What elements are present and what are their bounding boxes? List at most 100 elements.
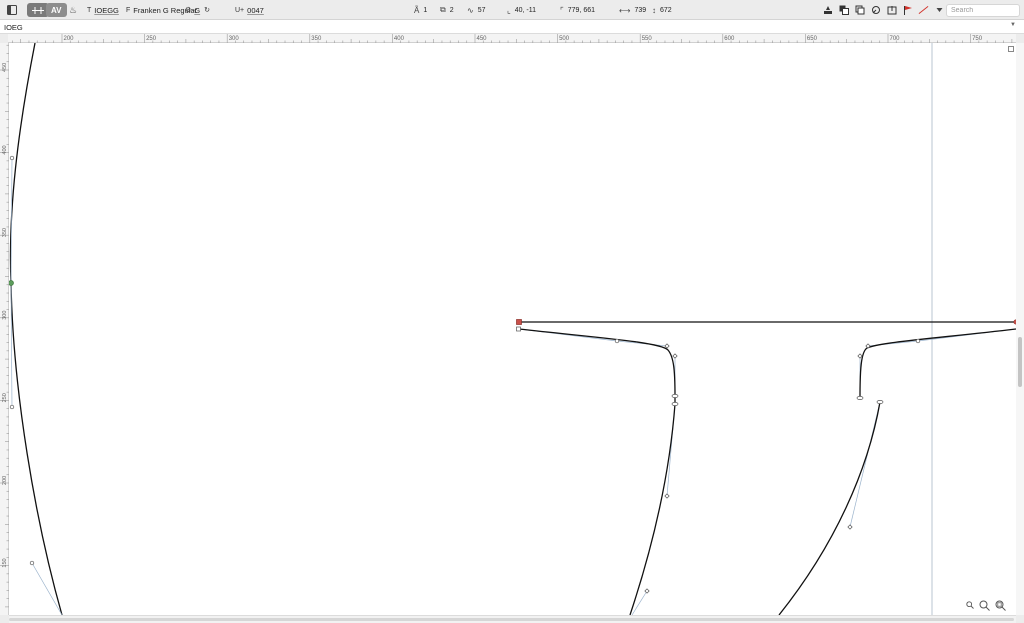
ruler-label: 500 bbox=[559, 36, 570, 42]
handle-node bbox=[672, 353, 678, 359]
handle-node bbox=[644, 588, 650, 594]
smooth-node bbox=[671, 402, 679, 406]
red-flag-icon bbox=[903, 6, 912, 15]
ruler-label: 450 bbox=[477, 36, 488, 42]
text-strip: ▼ bbox=[0, 20, 1024, 34]
slash-icon bbox=[918, 5, 929, 15]
bezier-handles bbox=[10, 157, 1016, 615]
glyph-name-field[interactable]: ⚙ G ↻ bbox=[185, 0, 213, 20]
outline-nodes[interactable] bbox=[9, 155, 921, 594]
selection-coords: ⌜ 779, 661 bbox=[560, 5, 595, 15]
gear-icon: ⚙ bbox=[185, 7, 192, 14]
ruler-label: 400 bbox=[2, 145, 8, 154]
horizontal-scroll-thumb[interactable] bbox=[9, 618, 1014, 621]
ruler-label: 650 bbox=[807, 36, 818, 42]
smooth-node bbox=[671, 394, 679, 398]
handle-node bbox=[847, 524, 853, 530]
glyph-outline[interactable] bbox=[9, 43, 1016, 615]
top-ruler: 200 250 300 350 400 450 500 550 600 650 700 750 bbox=[8, 34, 1016, 43]
ruler-label: 600 bbox=[724, 36, 735, 42]
export-button[interactable] bbox=[886, 5, 897, 16]
metrics-icon bbox=[32, 6, 44, 14]
export-icon bbox=[887, 6, 896, 15]
nodes-count: ∿ 57 bbox=[467, 5, 486, 15]
canvas-corner-toggle[interactable] bbox=[1008, 46, 1014, 52]
zoom-controls bbox=[966, 598, 1006, 612]
glyph-label-field[interactable]: T IOEGG bbox=[87, 0, 119, 20]
handle-node bbox=[857, 353, 863, 359]
ruler-label: 150 bbox=[2, 558, 8, 567]
ruler-label: 700 bbox=[890, 36, 901, 42]
vertical-scroll-thumb[interactable] bbox=[1018, 337, 1022, 387]
bounds-icon: ⌜ bbox=[560, 5, 564, 15]
vertical-scrollbar[interactable] bbox=[1016, 43, 1024, 615]
nodes-icon: ∿ bbox=[467, 5, 474, 15]
right-stem-contour[interactable] bbox=[778, 401, 881, 615]
chevron-down-icon bbox=[936, 8, 943, 12]
cursor-icon: ⌞ bbox=[507, 5, 511, 15]
cursor-coords: ⌞ 40, -11 bbox=[507, 5, 537, 15]
handle-node bbox=[9, 404, 15, 410]
ruler-label: 300 bbox=[229, 36, 240, 42]
components-count: ⧉ 2 bbox=[440, 5, 454, 14]
left-stem-contour[interactable] bbox=[518, 328, 676, 615]
width-icon: ⟷ bbox=[619, 5, 631, 15]
ruler-label: 200 bbox=[64, 36, 75, 42]
copy-icon bbox=[839, 5, 849, 15]
unicode-field[interactable]: U+ 0047 bbox=[235, 0, 264, 20]
search-input[interactable] bbox=[946, 4, 1020, 17]
text-icon: T bbox=[87, 6, 92, 14]
layers-count: Ã1 bbox=[414, 5, 428, 15]
ruler-label: 250 bbox=[2, 393, 8, 402]
flag-button[interactable] bbox=[902, 5, 913, 16]
ruler-label: 400 bbox=[394, 36, 405, 42]
horizontal-scrollbar[interactable] bbox=[9, 615, 1016, 623]
copy-button[interactable] bbox=[838, 5, 849, 16]
zoom-out-icon[interactable] bbox=[966, 601, 974, 609]
layers-icon: Ã bbox=[414, 5, 420, 15]
slash-button[interactable] bbox=[918, 5, 929, 16]
corner-node bbox=[516, 326, 521, 332]
glyph-height: ↕ 672 bbox=[652, 5, 672, 15]
glyph-width: ⟷ 739 bbox=[619, 5, 647, 15]
font-icon: F bbox=[126, 6, 131, 14]
preview-button[interactable] bbox=[870, 5, 881, 16]
height-icon: ↕ bbox=[652, 5, 656, 15]
preview-icon bbox=[871, 6, 880, 14]
layers-panel-button[interactable] bbox=[854, 5, 865, 16]
chevron-down-icon[interactable]: ▼ bbox=[1010, 22, 1016, 28]
dropdown-button[interactable] bbox=[934, 5, 945, 16]
ruler-label: 350 bbox=[311, 36, 322, 42]
sidebar-toggle-button[interactable] bbox=[7, 0, 17, 20]
fire-icon[interactable]: ♨ bbox=[69, 0, 77, 20]
components-icon: ⧉ bbox=[440, 5, 446, 14]
handle-node bbox=[614, 338, 620, 344]
ruler-label: 550 bbox=[642, 36, 653, 42]
ruler-label: 750 bbox=[972, 36, 983, 42]
preview-text-input[interactable] bbox=[4, 21, 1004, 33]
ruler-label: 350 bbox=[2, 228, 8, 237]
ruler-label: 200 bbox=[2, 476, 8, 485]
smooth-node bbox=[856, 396, 864, 400]
top-toolbar: AV ♨ T IOEGG F Franken G Regular ⚙ G ↻ U… bbox=[0, 0, 1024, 20]
align-icon bbox=[823, 6, 832, 14]
left-ruler: 450 400 350 300 250 200 150 bbox=[0, 43, 9, 615]
sidebar-toggle-icon bbox=[7, 5, 17, 15]
handle-node bbox=[664, 343, 670, 349]
right-spur-contour[interactable] bbox=[859, 328, 1016, 398]
zoom-icon[interactable] bbox=[979, 600, 990, 611]
view-mode-av-button[interactable]: AV bbox=[46, 3, 67, 17]
ruler-label: 450 bbox=[2, 63, 8, 72]
align-button[interactable] bbox=[822, 5, 833, 16]
ruler-label: 300 bbox=[2, 311, 8, 320]
refresh-icon: ↻ bbox=[204, 7, 210, 14]
outer-bowl-contour[interactable] bbox=[9, 43, 63, 615]
start-node[interactable] bbox=[9, 280, 14, 286]
handle-node bbox=[9, 155, 15, 161]
selected-node[interactable] bbox=[516, 319, 522, 325]
glyph-edit-canvas[interactable] bbox=[9, 43, 1016, 615]
handle-node bbox=[29, 560, 35, 566]
handle-node bbox=[664, 493, 670, 499]
handle-node bbox=[915, 338, 921, 344]
zoom-fit-icon[interactable] bbox=[995, 600, 1006, 611]
